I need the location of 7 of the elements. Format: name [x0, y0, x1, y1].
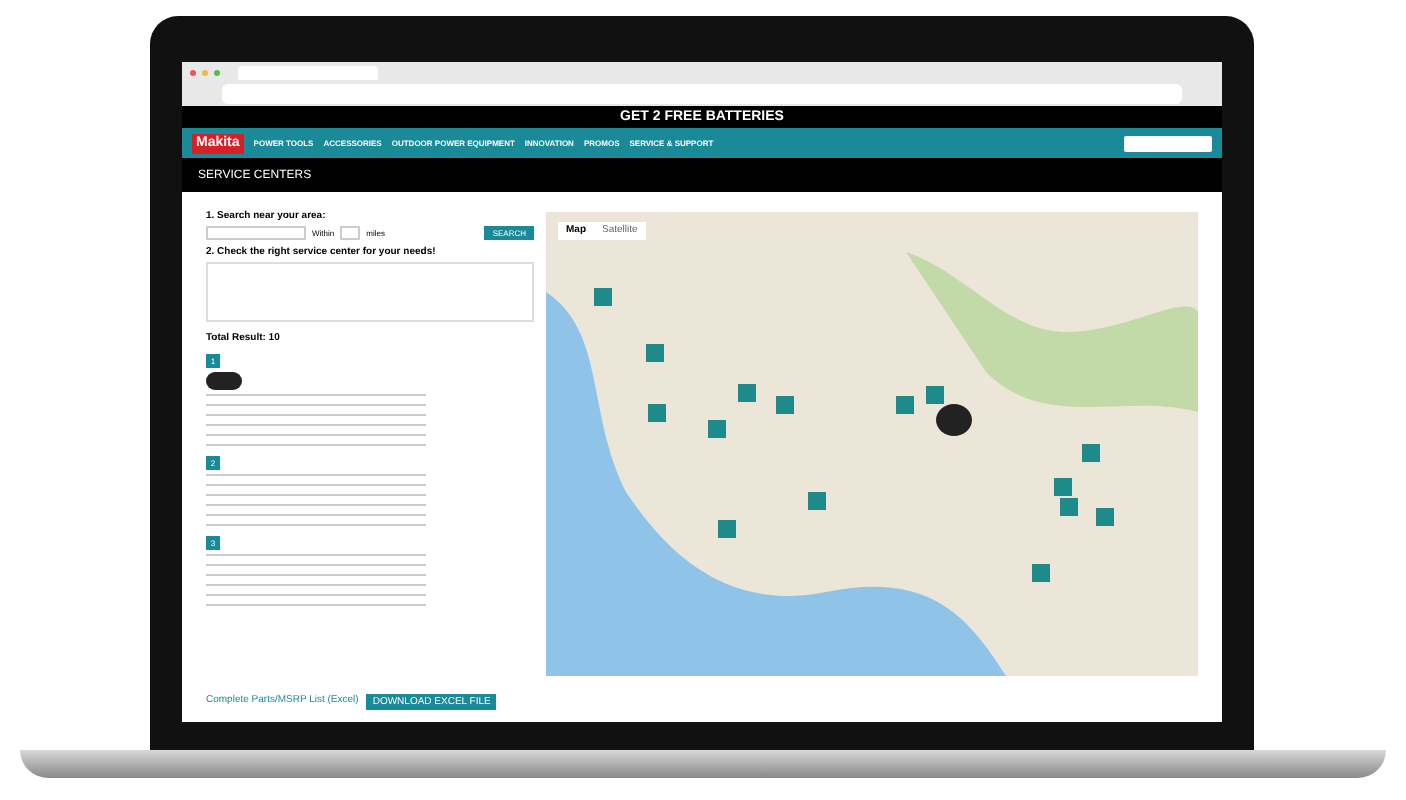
- radius-field[interactable]: [340, 226, 361, 240]
- address-bar[interactable]: [222, 84, 1182, 104]
- search-field[interactable]: [1124, 135, 1212, 151]
- zip-field[interactable]: [206, 226, 306, 240]
- dealer-logo: [206, 372, 242, 390]
- browser-tab[interactable]: [238, 65, 378, 79]
- map-drawing[interactable]: [546, 212, 1198, 676]
